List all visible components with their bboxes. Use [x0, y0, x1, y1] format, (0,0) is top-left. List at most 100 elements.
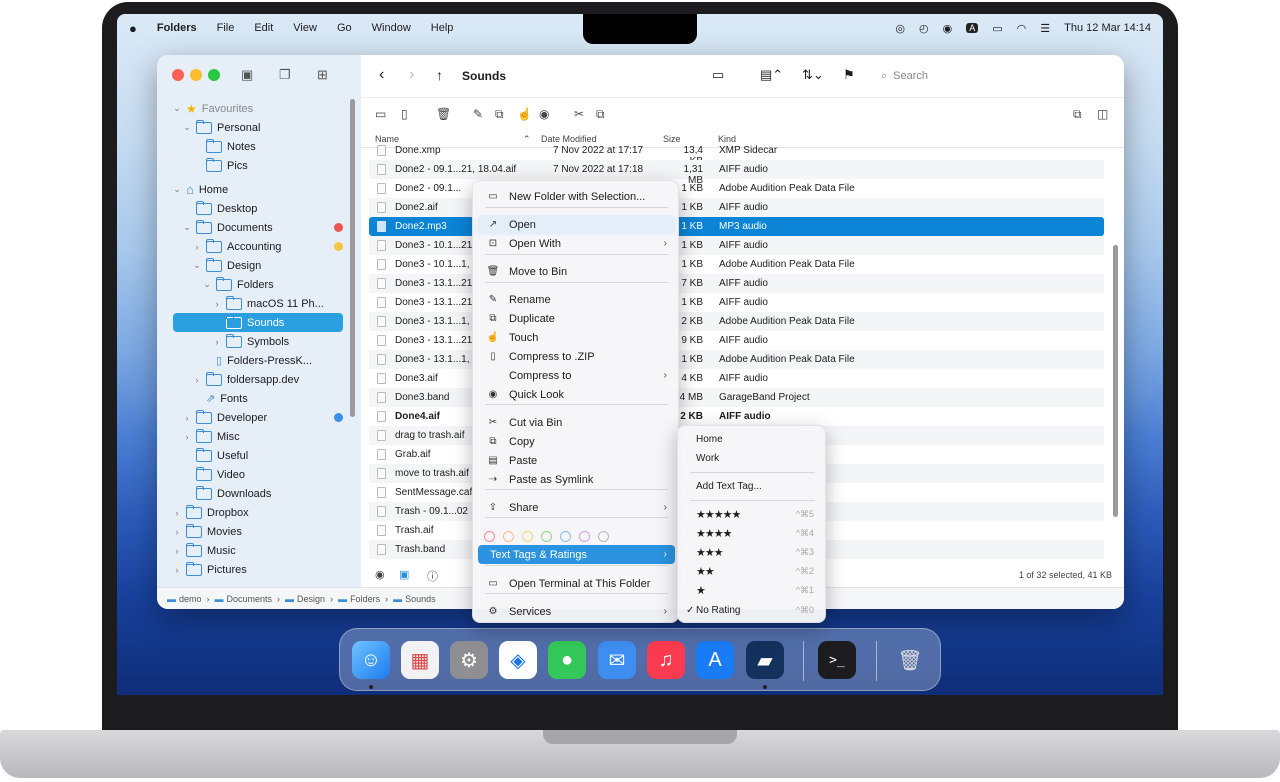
menu-item-compress-to-zip[interactable]: ▯ Compress to .ZIP: [478, 347, 675, 366]
menu-item-compress-to[interactable]: Compress to ›: [478, 366, 675, 385]
sidebar-item-desktop[interactable]: Desktop: [157, 199, 361, 218]
wifi-icon[interactable]: ◠: [1017, 22, 1027, 35]
pathbar-item[interactable]: Design: [297, 594, 325, 604]
menu-go[interactable]: Go: [337, 22, 352, 34]
chevron-right-icon[interactable]: ›: [181, 432, 193, 442]
new-folder-icon[interactable]: ▭: [712, 67, 724, 83]
sidebar-item-developer[interactable]: › Developer: [157, 408, 361, 427]
sidebar-item-folders[interactable]: ⌄ Folders: [157, 275, 361, 294]
file-row[interactable]: Done2 - 09.1...21, 18.04.aif 7 Nov 2022 a…: [369, 160, 1104, 186]
color-tag-button[interactable]: [560, 531, 571, 542]
close-button[interactable]: [172, 69, 184, 81]
tabs-icon[interactable]: ❐: [279, 67, 291, 83]
new-tab-icon[interactable]: ⊞: [317, 67, 328, 83]
menu-file[interactable]: File: [217, 22, 235, 34]
chevron-down-icon[interactable]: ⌄: [181, 122, 193, 133]
sidebar-item-documents[interactable]: ⌄ Documents: [157, 218, 361, 237]
menu-item-cut-via-bin[interactable]: ✂ Cut via Bin: [478, 413, 675, 432]
trash-icon[interactable]: 🗑: [436, 107, 451, 121]
creative-cloud-icon[interactable]: ◎: [895, 22, 905, 35]
menu-item-duplicate[interactable]: ⧉ Duplicate: [478, 309, 675, 328]
chevron-down-icon[interactable]: ⌄: [191, 260, 203, 271]
sidebar-item-misc[interactable]: › Misc: [157, 427, 361, 446]
chevron-right-icon[interactable]: ›: [191, 375, 203, 385]
trash-icon[interactable]: 🗑: [891, 641, 929, 679]
menu-item-paste[interactable]: ▤ Paste: [478, 451, 675, 470]
rating-item[interactable]: ★★ ^⌘2: [683, 562, 822, 581]
sidebar-item-video[interactable]: Video: [157, 465, 361, 484]
pathbar-item[interactable]: demo: [179, 594, 202, 604]
menu-item-services[interactable]: ⚙ Services ›: [478, 602, 675, 621]
new-folder-with-selection-icon[interactable]: ▭: [375, 107, 386, 121]
messages-icon[interactable]: ●: [548, 641, 586, 679]
user-icon[interactable]: ◉: [943, 22, 953, 35]
pencil-icon[interactable]: ✎: [473, 107, 483, 121]
chevron-right-icon[interactable]: ›: [191, 242, 203, 252]
sidebar-item-macos-11-ph-[interactable]: › macOS 11 Ph...: [157, 294, 361, 313]
menu-item-share[interactable]: ⇪ Share ›: [478, 498, 675, 517]
rating-item[interactable]: ★★★★ ^⌘4: [683, 524, 822, 543]
menu-item-copy[interactable]: ⧉ Copy: [478, 432, 675, 451]
sidebar-item-folders-pressk-[interactable]: ▯ Folders-PressK...: [157, 351, 361, 370]
bookmark-icon[interactable]: ⚑: [843, 67, 855, 83]
chevron-down-icon[interactable]: ⌄: [201, 279, 213, 290]
sidebar-item-pics[interactable]: Pics: [157, 156, 361, 175]
menu-item-paste-as-symlink[interactable]: ⇢ Paste as Symlink: [478, 470, 675, 489]
control-center-icon[interactable]: ☰: [1040, 22, 1050, 35]
chevron-right-icon[interactable]: ›: [171, 565, 183, 575]
chevron-down-icon[interactable]: ⌄: [181, 222, 193, 233]
sidebar-item-movies[interactable]: › Movies: [157, 522, 361, 541]
sidebar-item-downloads[interactable]: Downloads: [157, 484, 361, 503]
color-tag-button[interactable]: [503, 531, 514, 542]
sidebar-item-dropbox[interactable]: › Dropbox: [157, 503, 361, 522]
sidebar-item-music[interactable]: › Music: [157, 541, 361, 560]
sidebar-scrollbar[interactable]: [350, 99, 355, 417]
sidebar-toggle-icon[interactable]: ▣: [241, 67, 253, 83]
pathbar-item[interactable]: Documents: [227, 594, 273, 604]
menu-item-rename[interactable]: ✎ Rename: [478, 290, 675, 309]
menu-item-quick-look[interactable]: ◉ Quick Look: [478, 385, 675, 404]
color-tag-button[interactable]: [541, 531, 552, 542]
compress-icon[interactable]: ▯: [401, 107, 408, 121]
sidebar-item-sounds[interactable]: Sounds: [173, 313, 343, 332]
menu-item-open-with[interactable]: ⊡ Open With ›: [478, 234, 675, 253]
app-store-icon[interactable]: A: [696, 641, 734, 679]
apple-menu-icon[interactable]: ●: [129, 21, 137, 36]
app-menu[interactable]: Folders: [157, 22, 197, 34]
pathbar-item[interactable]: Folders: [350, 594, 380, 604]
rating-item[interactable]: ★ ^⌘1: [683, 581, 822, 600]
eye-icon[interactable]: ◉: [375, 568, 385, 581]
sidebar-item-useful[interactable]: Useful: [157, 446, 361, 465]
submenu-item-home[interactable]: Home: [683, 430, 822, 449]
submenu-item-add-text-tag[interactable]: Add Text Tag...: [683, 477, 822, 496]
chevron-right-icon[interactable]: ›: [171, 508, 183, 518]
sidebar-item-notes[interactable]: Notes: [157, 137, 361, 156]
color-tag-button[interactable]: [522, 531, 533, 542]
color-tag-button[interactable]: [579, 531, 590, 542]
view-mode-icon[interactable]: ▤⌃: [760, 67, 783, 83]
terminal-icon[interactable]: >_: [818, 641, 856, 679]
sidebar-item-fonts[interactable]: ⇗ Fonts: [157, 389, 361, 408]
info-panel-icon[interactable]: ⧉: [1073, 107, 1082, 122]
time-machine-icon[interactable]: ◴: [919, 22, 929, 35]
preview-icon[interactable]: ▣: [399, 568, 409, 581]
sort-icon[interactable]: ⇅⌄: [802, 67, 824, 83]
eye-icon[interactable]: ◉: [539, 107, 549, 121]
copy-icon[interactable]: ⧉: [596, 107, 605, 122]
menu-view[interactable]: View: [293, 22, 317, 34]
submenu-item-no-rating[interactable]: ✓ No Rating ^⌘0: [683, 601, 822, 620]
chevron-right-icon[interactable]: ›: [171, 527, 183, 537]
music-icon[interactable]: ♫: [647, 641, 685, 679]
menu-item-move-to-bin[interactable]: 🗑 Move to Bin: [478, 262, 675, 281]
scissors-icon[interactable]: ✂: [574, 107, 584, 121]
mail-icon[interactable]: ✉: [598, 641, 636, 679]
finder-icon[interactable]: ☺: [352, 641, 390, 679]
chevron-right-icon[interactable]: ›: [181, 413, 193, 423]
chevron-right-icon[interactable]: ›: [211, 299, 223, 309]
sidebar-item-home[interactable]: ⌄ ⌂ Home: [157, 180, 361, 199]
sidebar-item-symbols[interactable]: › Symbols: [157, 332, 361, 351]
back-icon[interactable]: ‹: [379, 66, 384, 84]
battery-icon[interactable]: ▭: [992, 22, 1002, 35]
color-tag-button[interactable]: [598, 531, 609, 542]
terminal-panel-icon[interactable]: ◫: [1097, 107, 1108, 121]
